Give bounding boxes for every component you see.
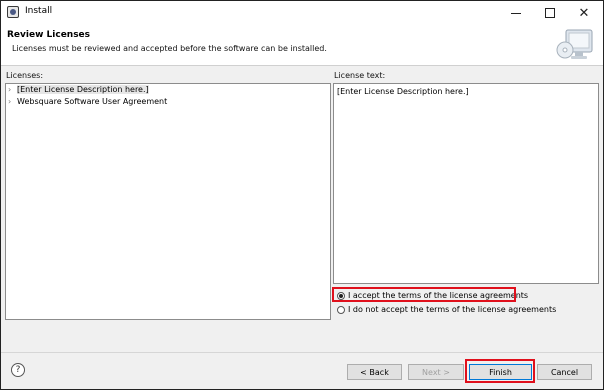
tree-item-license-description[interactable]: › [Enter License Description here.]	[8, 85, 149, 96]
license-text-area[interactable]: [Enter License Description here.]	[333, 83, 599, 284]
maximize-button[interactable]	[533, 1, 567, 25]
decline-option[interactable]: I do not accept the terms of the license…	[337, 305, 556, 314]
eclipse-app-icon	[7, 6, 19, 18]
license-text-label: License text:	[334, 71, 386, 80]
finish-highlight-box	[465, 359, 535, 383]
licenses-label: Licenses:	[6, 71, 44, 80]
chevron-right-icon: ›	[8, 85, 12, 94]
page-description: Licenses must be reviewed and accepted b…	[12, 44, 327, 53]
tree-item-label: Websquare Software User Agreement	[17, 97, 168, 106]
cancel-button[interactable]: Cancel	[537, 364, 592, 380]
decline-radio[interactable]	[337, 305, 345, 314]
licenses-tree[interactable]: › [Enter License Description here.] › Webs…	[5, 83, 331, 320]
close-button[interactable]: ✕	[567, 1, 601, 25]
close-icon: ✕	[578, 5, 590, 21]
maximize-icon	[545, 8, 555, 18]
license-text-content: [Enter License Description here.]	[337, 87, 469, 96]
install-dialog: Install ✕ Review Licenses Licenses must …	[0, 0, 604, 390]
accept-highlight-box	[332, 287, 516, 302]
chevron-right-icon: ›	[8, 97, 12, 106]
tree-item-label: [Enter License Description here.]	[17, 85, 149, 94]
next-button[interactable]: Next >	[408, 364, 464, 380]
decline-label: I do not accept the terms of the license…	[348, 305, 557, 314]
wizard-header: Review Licenses Licenses must be reviewe…	[1, 25, 603, 66]
page-title: Review Licenses	[7, 30, 91, 40]
minimize-icon	[511, 12, 521, 14]
button-bar-separator	[1, 352, 603, 353]
install-monitor-icon	[556, 29, 593, 59]
back-button[interactable]: < Back	[347, 364, 402, 380]
title-bar: Install ✕	[1, 1, 603, 25]
help-icon[interactable]: ?	[11, 363, 25, 377]
tree-item-websquare-agreement[interactable]: › Websquare Software User Agreement	[8, 97, 167, 108]
window-title: Install	[25, 6, 53, 16]
minimize-button[interactable]	[499, 1, 533, 25]
